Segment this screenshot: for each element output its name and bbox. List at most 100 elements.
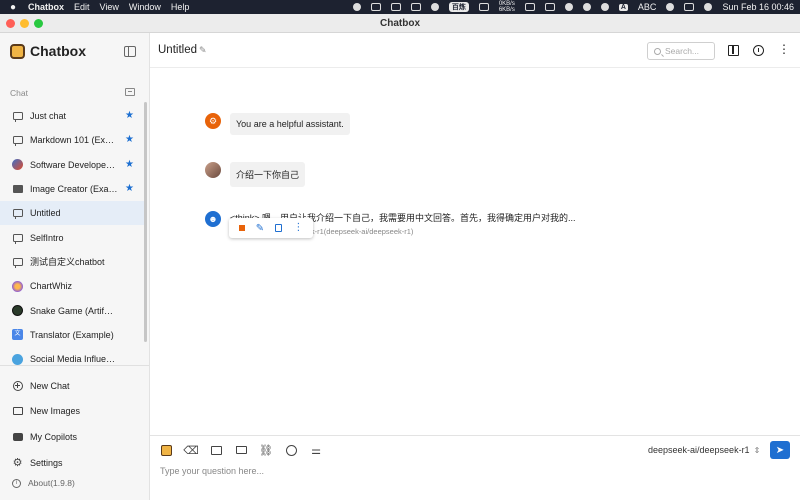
attach-link-button[interactable]: ⛓ <box>259 444 273 457</box>
chat-bubble-icon <box>12 209 23 220</box>
attach-file-button[interactable] <box>235 444 247 456</box>
cat-icon[interactable] <box>478 3 489 11</box>
link-icon: ⛓ <box>259 444 273 457</box>
ime-badge[interactable]: 百炼 <box>448 2 469 12</box>
sidebar-item-software-developer[interactable]: Software Developer (Example) ★ <box>0 153 145 177</box>
brand-name: Chatbox <box>30 43 86 59</box>
sidebar-item-untitled[interactable]: Untitled <box>0 201 145 226</box>
my-copilots-button[interactable]: My Copilots <box>0 424 149 450</box>
model-selector[interactable]: deepseek-ai/deepseek-r1 ⇕ <box>648 445 760 455</box>
sidebar-item-snake-game[interactable]: Snake Game (Artifact Example) <box>0 298 145 322</box>
archive-icon[interactable] <box>125 88 135 96</box>
collapse-sidebar-icon[interactable] <box>124 46 136 57</box>
settings-sliders-button[interactable]: ⚌ <box>310 444 322 457</box>
screen-icon[interactable] <box>370 3 381 11</box>
model-name: deepseek-ai/deepseek-r1 <box>648 445 750 455</box>
input-source-label[interactable]: ABC <box>638 2 657 12</box>
openai-icon[interactable] <box>582 3 591 11</box>
star-icon[interactable]: ★ <box>125 134 134 145</box>
copy-icon[interactable] <box>275 224 283 232</box>
sidebar-item-selfintro[interactable]: SelfIntro <box>0 225 145 249</box>
menu-app[interactable]: Chatbox <box>28 2 64 12</box>
minimize-window-button[interactable] <box>20 19 29 28</box>
settings-button[interactable]: ⚙ Settings <box>0 450 149 476</box>
clear-context-button[interactable]: ⌫ <box>183 444 199 457</box>
edit-message-icon[interactable]: ✎ <box>256 223 264 234</box>
sidebar-actions: New Chat New Images My Copilots ⚙ Settin… <box>0 373 149 475</box>
sidebar-item-custom-chatbot[interactable]: 测试自定义chatbot <box>0 250 145 274</box>
new-images-button[interactable]: New Images <box>0 399 149 425</box>
chat-header: Untitled ✎ ⋮ <box>150 33 800 68</box>
plus-circle-icon <box>12 380 23 391</box>
monitor-icon[interactable] <box>600 3 609 11</box>
more-options-icon[interactable]: ⋮ <box>778 43 790 55</box>
maximize-window-button[interactable] <box>34 19 43 28</box>
about-button[interactable]: i About(1.9.8) <box>12 478 75 488</box>
system-message-bubble: You are a helpful assistant. <box>230 113 350 135</box>
menu-window[interactable]: Window <box>129 2 161 12</box>
sidebar-item-just-chat[interactable]: Just chat ★ <box>0 104 145 128</box>
new-chat-button[interactable]: New Chat <box>0 373 149 399</box>
user-message-bubble: 介绍一下你自己 <box>230 162 306 187</box>
apple-icon[interactable]: ● <box>6 2 20 13</box>
menu-help[interactable]: Help <box>171 2 190 12</box>
send-button[interactable]: ➤ <box>770 441 790 459</box>
split-view-icon[interactable] <box>728 45 739 56</box>
siri-icon[interactable] <box>704 3 713 11</box>
message-more-icon[interactable]: ⋮ <box>293 223 303 233</box>
close-window-button[interactable] <box>6 19 15 28</box>
chat-bubble-icon <box>12 112 23 123</box>
sidebar-item-label: Software Developer (Example) <box>30 159 118 170</box>
edit-title-icon[interactable]: ✎ <box>199 45 207 56</box>
chatbox-logo-icon <box>10 43 25 59</box>
menu-edit[interactable]: Edit <box>74 2 90 12</box>
star-icon[interactable]: ★ <box>125 159 134 170</box>
sidebar-scrollbar[interactable] <box>144 102 147 342</box>
search-input[interactable] <box>665 46 713 56</box>
assistant-robot-icon: ☻ <box>205 211 221 227</box>
word-icon[interactable] <box>390 3 401 11</box>
clock[interactable]: Sun Feb 16 00:46 <box>722 2 794 12</box>
sidebar-item-social-media[interactable]: Social Media Influencer (Example) <box>0 347 145 371</box>
stop-generating-icon[interactable] <box>238 225 245 231</box>
system-gear-icon: ⚙ <box>205 113 221 129</box>
input-source-icon[interactable]: A <box>618 3 628 11</box>
search-box[interactable] <box>647 42 715 60</box>
attach-image-button[interactable] <box>210 444 222 456</box>
record-icon[interactable] <box>352 3 361 11</box>
sync-icon[interactable] <box>430 3 439 11</box>
sidebar-item-label: Just chat <box>30 111 67 122</box>
wifi-icon[interactable] <box>666 3 675 11</box>
wechat-icon[interactable] <box>564 3 573 11</box>
control-center-icon[interactable] <box>684 3 695 11</box>
star-icon[interactable]: ★ <box>125 183 134 194</box>
network-speed: 0KB/s 6KB/s <box>498 1 515 13</box>
user-avatar <box>205 162 221 178</box>
message-action-bar: ✎ ⋮ <box>229 218 313 238</box>
sidebar-item-label: ChartWhiz <box>30 281 73 292</box>
folder-icon <box>235 446 247 454</box>
sidebar-item-label: 测试自定义chatbot <box>30 257 105 268</box>
clipboard-icon[interactable] <box>410 3 421 11</box>
web-search-button[interactable] <box>285 444 297 456</box>
bluetooth-device-icon[interactable] <box>524 3 535 11</box>
history-icon[interactable] <box>753 45 764 56</box>
globe-icon <box>285 444 297 456</box>
sidebar-item-chartwhiz[interactable]: ChartWhiz <box>0 274 145 298</box>
menu-view[interactable]: View <box>100 2 119 12</box>
audio-icon[interactable] <box>544 3 555 11</box>
chat-title[interactable]: Untitled <box>158 44 197 56</box>
sidebar-item-image-creator[interactable]: Image Creator (Example) ★ <box>0 177 145 201</box>
translator-avatar-icon: 文 <box>12 329 23 341</box>
copilot-button[interactable] <box>160 444 172 456</box>
composer-toolbar: ⌫ ⛓ ⚌ <box>160 444 322 457</box>
image-icon <box>12 407 23 416</box>
question-input[interactable] <box>160 463 780 479</box>
social-avatar-icon <box>12 353 23 365</box>
sidebar-item-translator[interactable]: 文 Translator (Example) <box>0 323 145 347</box>
chevron-updown-icon: ⇕ <box>753 445 761 455</box>
sidebar-item-label: Markdown 101 (Example) <box>30 135 118 146</box>
image-icon <box>12 185 23 194</box>
sidebar-item-markdown-101[interactable]: Markdown 101 (Example) ★ <box>0 128 145 152</box>
star-icon[interactable]: ★ <box>125 110 134 121</box>
